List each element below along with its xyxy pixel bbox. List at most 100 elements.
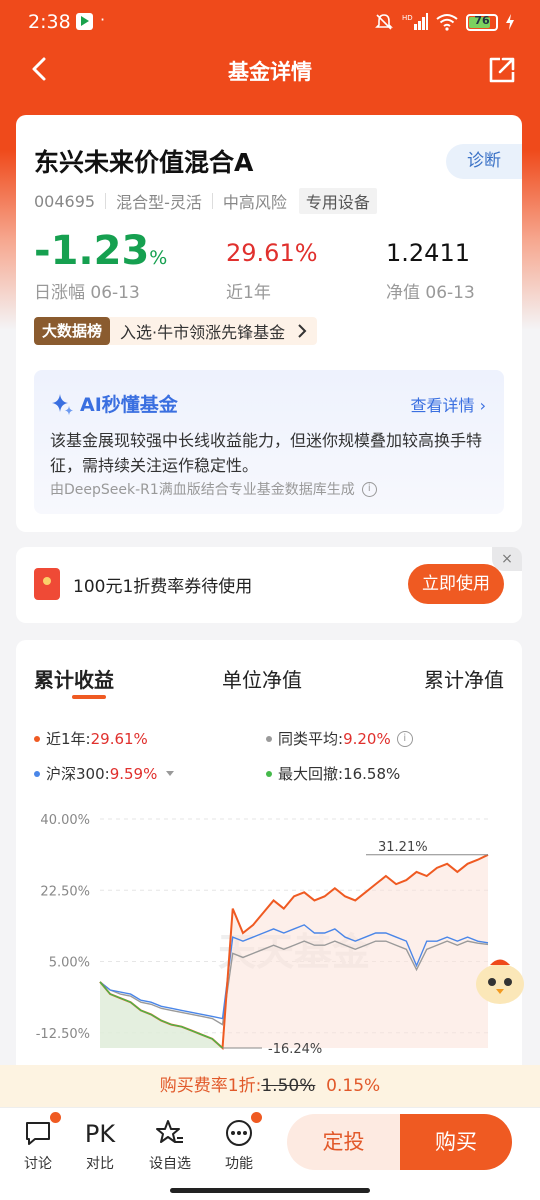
status-icons: HD 76	[374, 12, 514, 32]
ai-summary-text: 该基金展现较强中长线收益能力，但迷你规模叠加较高换手特征，需持续关注运作稳定性。	[50, 431, 483, 475]
status-bar: 2:38 · HD 76	[0, 0, 540, 46]
info-icon[interactable]: i	[396, 730, 413, 747]
year-return-label: 近1年	[226, 283, 271, 303]
y-tick-label: 22.50%	[40, 884, 90, 899]
functions-label: 功能	[225, 1156, 253, 1172]
battery-text: 76	[474, 13, 490, 27]
wifi-icon	[436, 14, 458, 31]
ai-view-details-label: 查看详情	[410, 396, 475, 415]
fee-old: 1.50%	[261, 1076, 316, 1096]
legend-index[interactable]: 沪深300: 9.59%	[34, 763, 175, 784]
bottom-action-bar: 讨论 PK 对比 设自选 功能 定投 购买	[0, 1107, 540, 1200]
fee-label: 购买费率1折:	[159, 1076, 262, 1096]
diagnose-button[interactable]: 诊断	[446, 144, 522, 179]
y-tick-label: -12.50%	[36, 1027, 90, 1042]
legend-fund-dot	[34, 735, 40, 742]
red-envelope-icon	[34, 568, 60, 600]
ai-source-note: 由DeepSeek-R1满血版结合专业基金数据库生成 i	[50, 479, 377, 499]
mute-bell-icon	[375, 14, 393, 30]
sparkle-icon	[52, 393, 73, 415]
mascot-icon[interactable]	[472, 952, 528, 1008]
home-indicator	[170, 1188, 370, 1193]
fund-metrics: -1.23% 日涨幅 06-13 29.61% 近1年 1.2411 净值 06…	[34, 228, 504, 303]
active-tab-indicator	[72, 695, 106, 699]
fund-tags: 004695 混合型-灵活 中高风险 专用设备	[34, 188, 377, 214]
discuss-button[interactable]: 讨论	[13, 1112, 63, 1173]
fund-code: 004695	[34, 191, 96, 211]
star-plus-icon	[145, 1118, 195, 1150]
legend-fund-label: 近1年:	[46, 730, 91, 748]
ai-view-details-link[interactable]: 查看详情 ›	[411, 392, 487, 416]
legend-index-value: 9.59%	[109, 764, 158, 783]
fund-sector-tag[interactable]: 专用设备	[298, 188, 377, 214]
app-notification-icon	[76, 13, 93, 30]
ai-summary-title: AI秒懂基金	[80, 394, 178, 416]
fee-rate-bar: 购买费率1折:1.50% 0.15%	[0, 1065, 540, 1107]
ai-summary-panel: AI秒懂基金 查看详情 › 该基金展现较强中长线收益能力，但迷你规模叠加较高换手…	[34, 370, 504, 514]
fee-new: 0.15%	[326, 1076, 381, 1096]
add-watchlist-button[interactable]: 设自选	[145, 1118, 195, 1173]
battery-icon: 76	[466, 13, 498, 31]
functions-button[interactable]: 功能	[214, 1112, 264, 1173]
chevron-right-icon	[298, 324, 307, 338]
status-dot: ·	[100, 10, 106, 29]
coupon-text: 100元1折费率券待使用	[73, 577, 253, 597]
discuss-label: 讨论	[24, 1156, 52, 1172]
close-icon[interactable]: ×	[492, 547, 522, 571]
legend-drawdown-value: 16.58%	[343, 764, 401, 783]
tab-cumulative-return[interactable]: 累计收益	[34, 664, 114, 693]
charging-icon	[506, 14, 514, 30]
share-icon[interactable]	[486, 54, 518, 86]
info-icon[interactable]: i	[361, 481, 377, 497]
legend-peer-dot	[266, 735, 272, 742]
daily-change-unit: %	[149, 247, 168, 269]
legend-index-dot	[34, 770, 40, 777]
year-return: 29.61% 近1年	[226, 228, 318, 303]
min-annotation-label: -16.24%	[268, 1042, 322, 1057]
legend-drawdown: 最大回撤: 16.58%	[266, 763, 400, 784]
year-return-value: 29.61%	[226, 239, 318, 267]
notification-dot	[251, 1112, 262, 1123]
fund-name: 东兴未来价值混合A	[34, 148, 254, 177]
more-dots-icon	[214, 1112, 264, 1150]
chart-tabs: 累计收益 单位净值 累计净值	[34, 664, 504, 704]
signal-icon: HD	[402, 13, 428, 30]
status-time: 2:38	[28, 11, 71, 33]
tab-cumulative-nav[interactable]: 累计净值	[424, 664, 504, 693]
auto-invest-button[interactable]: 定投	[287, 1114, 400, 1170]
ai-summary-header: AI秒懂基金	[50, 390, 178, 417]
notification-dot	[50, 1112, 61, 1123]
dropdown-triangle-icon	[166, 770, 175, 776]
compare-label: 对比	[86, 1156, 114, 1172]
daily-change: -1.23% 日涨幅 06-13	[34, 228, 167, 303]
legend-index-label: 沪深300:	[46, 765, 110, 783]
return-chart[interactable]: 40.00%22.50%5.00%-12.50%天天基金31.21%-16.24…	[16, 805, 522, 1080]
add-watchlist-label: 设自选	[149, 1156, 191, 1172]
comment-icon	[13, 1112, 63, 1150]
coupon-card: 100元1折费率券待使用 立即使用 ×	[16, 547, 522, 623]
fund-type[interactable]: 混合型-灵活	[116, 189, 202, 213]
ai-source-text: 由DeepSeek-R1满血版结合专业基金数据库生成	[50, 482, 355, 498]
buy-button[interactable]: 购买	[400, 1114, 512, 1170]
max-annotation-label: 31.21%	[378, 840, 428, 855]
legend-drawdown-dot	[266, 770, 272, 777]
legend-peer: 同类平均: 9.20% i	[266, 728, 413, 749]
big-data-rank-badge: 大数据榜	[34, 317, 111, 345]
nav-value-number: 1.2411	[386, 239, 470, 267]
tab-unit-nav[interactable]: 单位净值	[222, 664, 302, 693]
fund-risk: 中高风险	[222, 193, 287, 212]
legend-fund-value: 29.61%	[90, 729, 148, 748]
y-tick-label: 40.00%	[40, 813, 90, 828]
rank-banner[interactable]: 大数据榜 入选·牛市领涨先锋基金	[34, 317, 318, 345]
legend-peer-label: 同类平均:	[278, 730, 344, 748]
page-title: 基金详情	[228, 60, 312, 84]
legend-drawdown-label: 最大回撤:	[278, 765, 344, 783]
divider	[211, 193, 213, 209]
compare-button[interactable]: PK 对比	[75, 1118, 125, 1173]
nav-bar: 基金详情	[0, 46, 540, 94]
use-coupon-button[interactable]: 立即使用	[408, 564, 504, 604]
svg-text:HD: HD	[402, 14, 413, 22]
y-tick-label: 5.00%	[49, 956, 90, 971]
performance-chart-card: 累计收益 单位净值 累计净值 近1年: 29.61% 同类平均: 9.20% i 沪深…	[16, 640, 524, 1080]
nav-value: 1.2411 净值 06-13	[386, 228, 475, 303]
